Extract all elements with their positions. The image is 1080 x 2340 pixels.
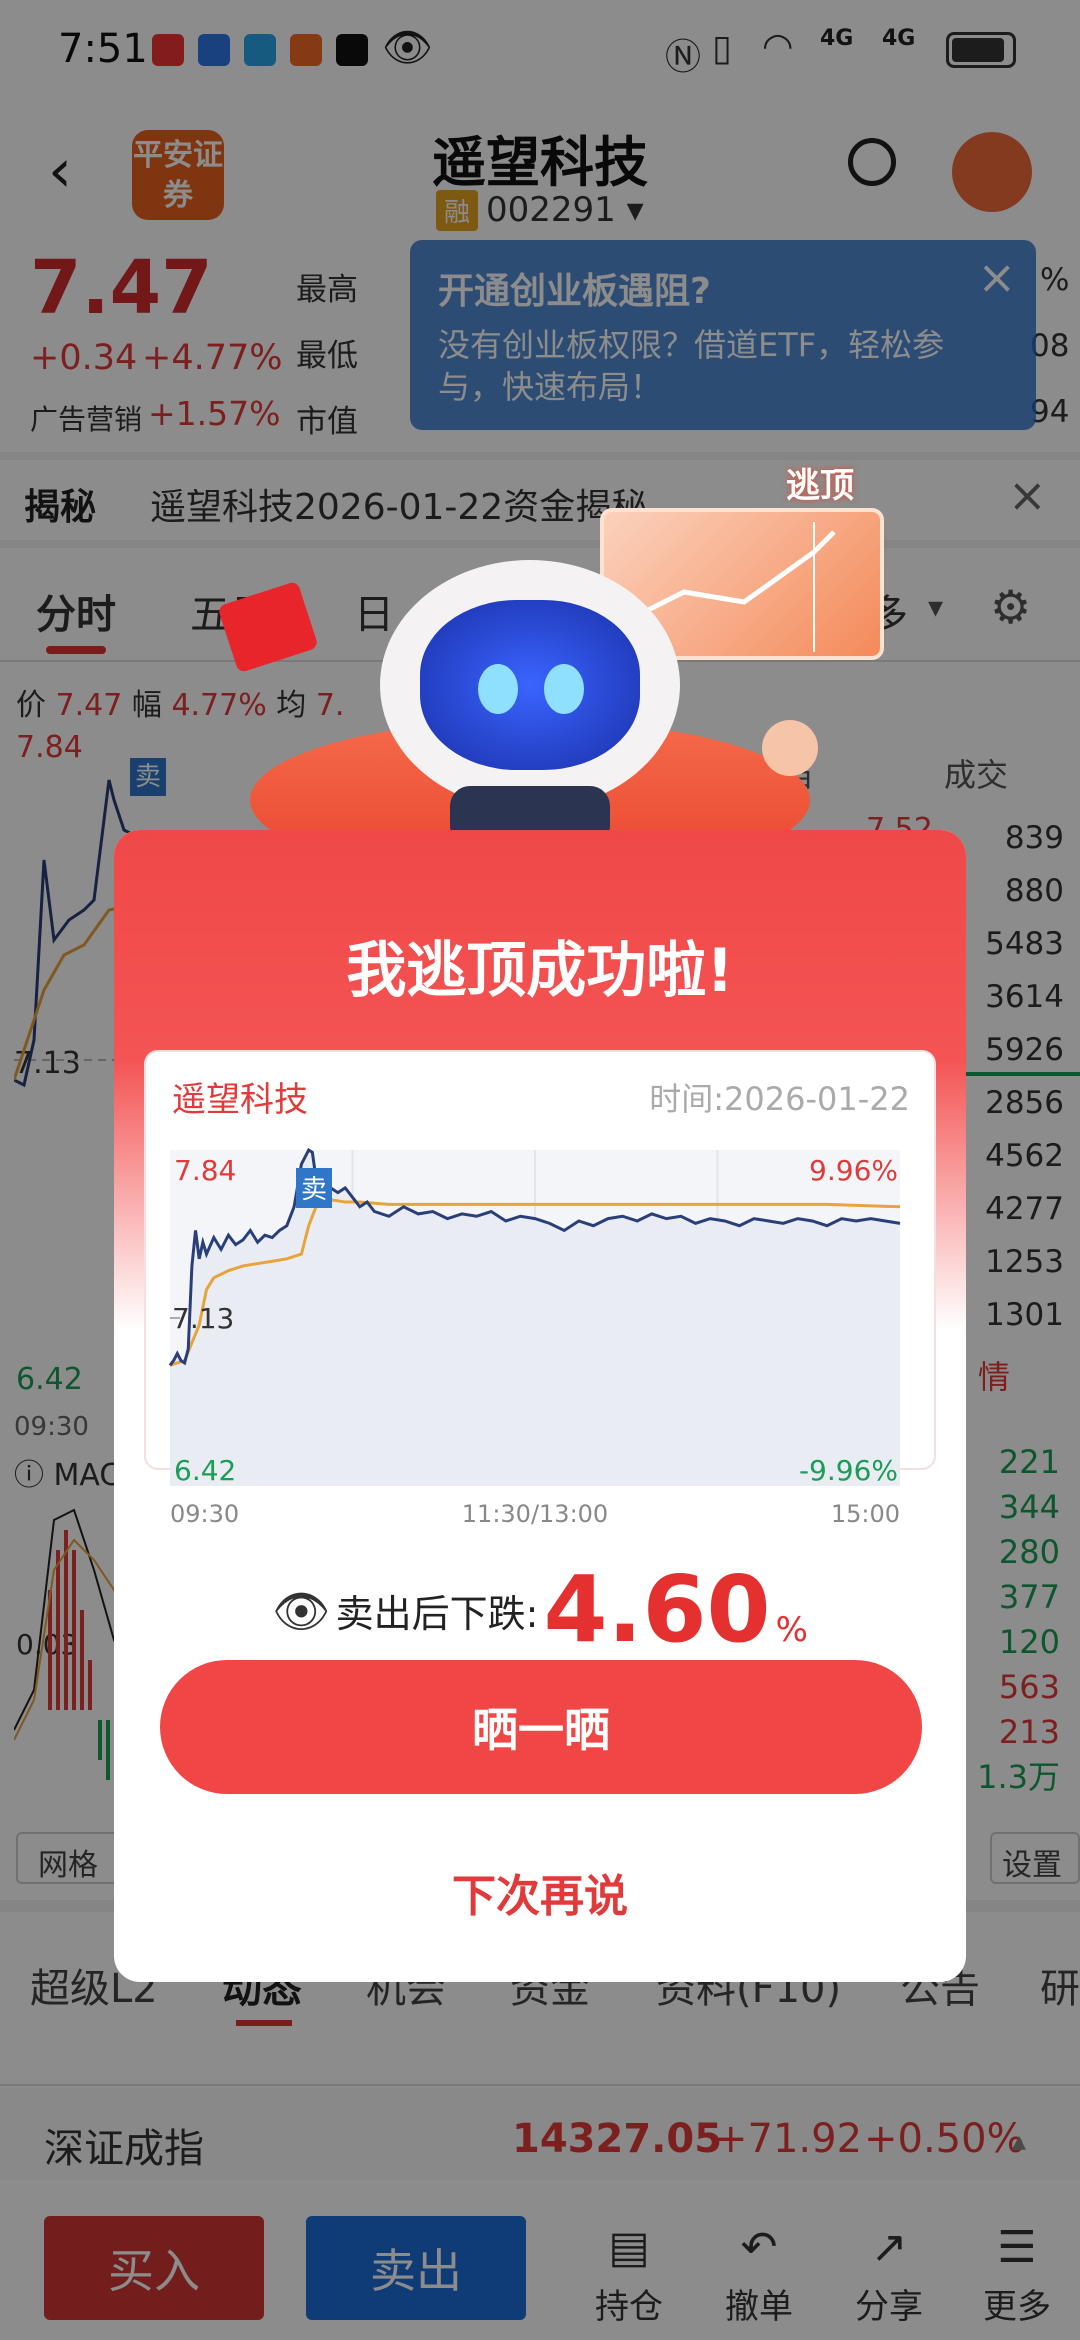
- result-row: 👁 卖出后下跌: 4.60 %: [114, 1556, 966, 1663]
- result-unit: %: [775, 1610, 808, 1650]
- card-time: 时间:2026-01-22: [649, 1080, 910, 1118]
- escape-top-tag: 逃顶: [786, 466, 854, 506]
- later-button[interactable]: 下次再说: [114, 1860, 966, 1924]
- screen: 7:51 👁 Ⓝ ▯ ◠ 4G 4G ‹ 平安证券 遥望科技 融 002291 ▾…: [0, 0, 1080, 2340]
- result-value: 4.60: [543, 1556, 771, 1663]
- mascot-eye: [478, 664, 518, 714]
- share-button[interactable]: 晒一晒: [160, 1660, 922, 1794]
- y-label-mid: 7.13: [172, 1302, 234, 1335]
- card-stock-name: 遥望科技: [172, 1080, 308, 1120]
- mascot-visor: [420, 600, 640, 770]
- intraday-chart: 卖 7.84 7.13 6.42 9.96% -9.96% 09:30 11:30/13:00…: [168, 1147, 901, 1528]
- y-label-low: 6.42: [174, 1454, 236, 1487]
- x-label-close: 15:00: [831, 1500, 900, 1528]
- robot-mascot: [380, 560, 680, 846]
- result-label: 卖出后下跌:: [335, 1592, 539, 1636]
- y-label-pct-high: 9.96%: [809, 1154, 898, 1187]
- y-label-high: 7.84: [174, 1154, 236, 1187]
- modal-title: 我逃顶成功啦!: [346, 936, 734, 1006]
- success-modal: 我逃顶成功啦! 遥望科技 时间:2026-01-22 卖 7.84 7.13 6.42…: [114, 830, 966, 1982]
- y-label-pct-low: -9.96%: [799, 1454, 898, 1487]
- sell-marker-label: 卖: [301, 1175, 327, 1205]
- coin-icon: [762, 720, 818, 776]
- x-label-noon: 11:30/13:00: [462, 1500, 608, 1528]
- mascot-eye: [544, 664, 584, 714]
- eye-icon: 👁: [272, 1584, 331, 1638]
- x-label-open: 09:30: [170, 1500, 239, 1528]
